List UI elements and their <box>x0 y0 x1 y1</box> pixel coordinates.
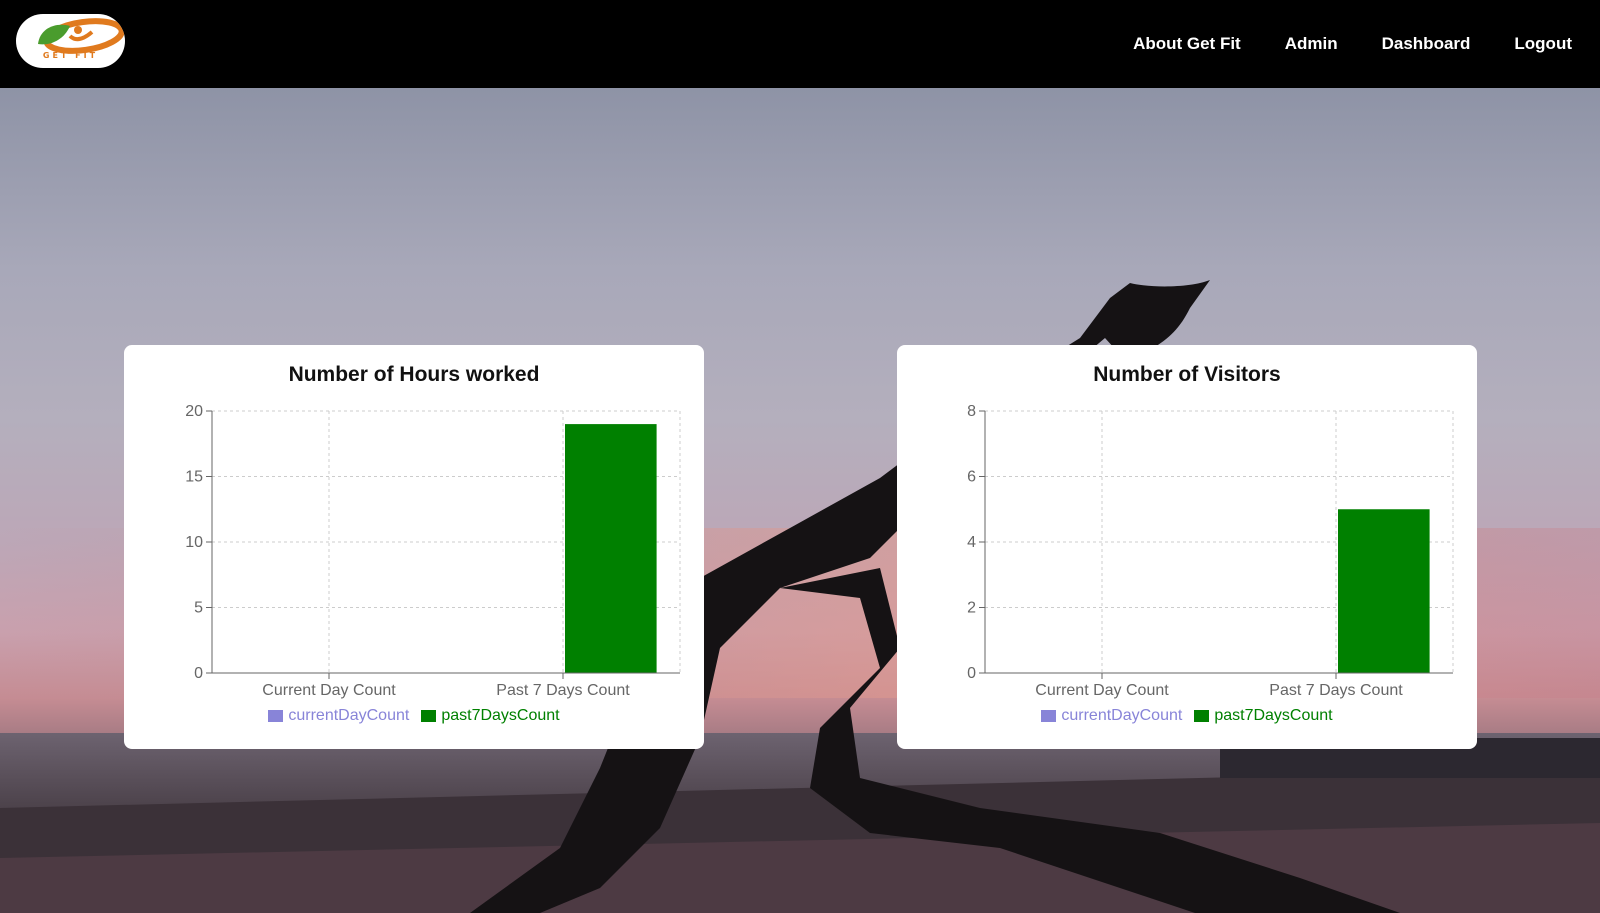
legend-label: currentDayCount <box>288 707 410 724</box>
y-tick-label: 2 <box>967 600 976 617</box>
y-tick-label: 6 <box>967 469 976 486</box>
hours-worked-bar-chart: 0 5 10 15 20 Current Day Count Past 7 Days Cou… <box>185 403 681 699</box>
legend-item-current-day-count[interactable]: currentDayCount <box>1041 707 1182 725</box>
legend-swatch <box>268 710 284 722</box>
get-fit-logo[interactable]: GET FIT <box>16 14 125 68</box>
nav-about-get-fit[interactable]: About Get Fit <box>1133 34 1241 54</box>
top-navbar: GET FIT About Get Fit Admin Dashboard Lo… <box>0 0 1600 88</box>
nav-dashboard[interactable]: Dashboard <box>1382 34 1471 54</box>
y-tick-label: 0 <box>194 665 203 682</box>
nav-links: About Get Fit Admin Dashboard Logout <box>1133 0 1572 88</box>
legend-item-past-7-days-count[interactable]: past7DaysCount <box>421 707 560 725</box>
legend-item-current-day-count[interactable]: currentDayCount <box>268 707 409 725</box>
legend-item-past-7-days-count[interactable]: past7DaysCount <box>1194 707 1333 725</box>
legend-swatch <box>1194 710 1210 722</box>
nav-admin[interactable]: Admin <box>1285 34 1338 54</box>
visitors-chart-card: Number of Visitors 0 2 4 6 8 Current Day Coun… <box>897 345 1477 749</box>
y-tick-label: 0 <box>967 665 976 682</box>
y-tick-label: 4 <box>967 534 976 551</box>
bar-past7DaysCount[interactable] <box>565 424 657 673</box>
x-tick-label: Current Day Count <box>262 682 396 699</box>
hours-worked-chart-card: Number of Hours worked 0 5 10 15 20 Current D… <box>124 345 704 749</box>
legend-label: past7DaysCount <box>1214 707 1333 724</box>
y-tick-label: 10 <box>185 534 203 551</box>
hours-chart-legend: currentDayCount past7DaysCount <box>124 707 704 725</box>
y-tick-label: 15 <box>185 469 203 486</box>
x-tick-label: Past 7 Days Count <box>1269 682 1403 699</box>
x-tick-label: Past 7 Days Count <box>496 682 630 699</box>
legend-label: past7DaysCount <box>441 707 560 724</box>
y-tick-label: 5 <box>194 600 203 617</box>
x-tick-label: Current Day Count <box>1035 682 1169 699</box>
y-tick-label: 20 <box>185 403 203 420</box>
y-tick-label: 8 <box>967 403 976 420</box>
legend-swatch <box>421 710 437 722</box>
visitors-bar-chart: 0 2 4 6 8 Current Day Count Past 7 Days Count <box>967 403 1454 699</box>
logo-text: GET FIT <box>42 51 99 60</box>
visitors-chart-legend: currentDayCount past7DaysCount <box>897 707 1477 725</box>
bar-past7DaysCount[interactable] <box>1338 509 1430 673</box>
nav-logout[interactable]: Logout <box>1514 34 1572 54</box>
legend-label: currentDayCount <box>1061 707 1183 724</box>
legend-swatch <box>1041 710 1057 722</box>
